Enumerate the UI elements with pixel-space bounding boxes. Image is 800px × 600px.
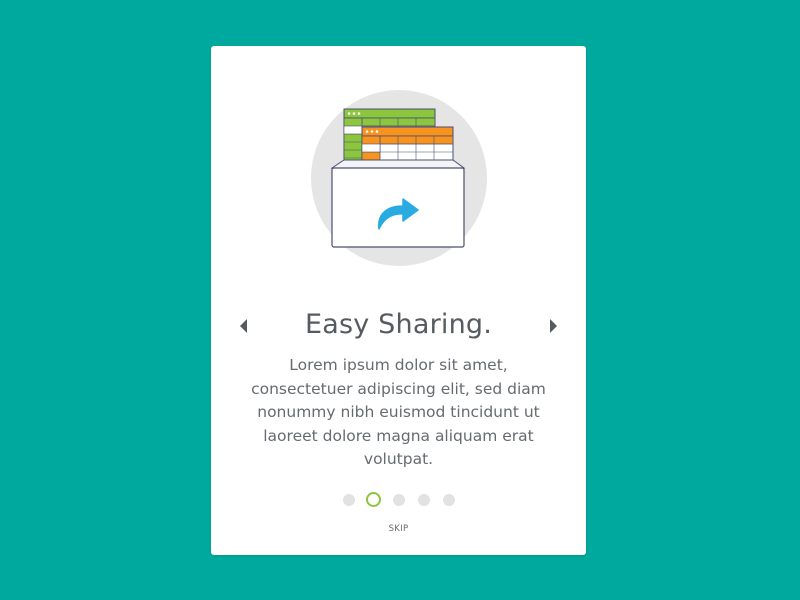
skip-button[interactable]: SKIP <box>211 524 586 534</box>
pagination-dot-5[interactable] <box>442 493 455 506</box>
pagination-dot-3[interactable] <box>392 493 405 506</box>
slide-title: Easy Sharing. <box>304 309 493 340</box>
caret-left-icon <box>240 319 247 333</box>
next-slide-button[interactable] <box>546 317 560 335</box>
caret-right-icon <box>550 319 557 333</box>
pagination-dots <box>211 492 586 508</box>
pagination-dot-4[interactable] <box>417 493 430 506</box>
pagination-dot-1[interactable] <box>342 493 355 506</box>
sharing-illustration <box>311 90 487 266</box>
previous-slide-button[interactable] <box>237 317 251 335</box>
slide-description: Lorem ipsum dolor sit amet, consectetuer… <box>251 356 546 468</box>
pagination-dot-2-active[interactable] <box>366 492 381 507</box>
onboarding-card: Easy Sharing. Lorem ipsum dolor sit amet… <box>211 46 586 555</box>
folder-icon <box>330 159 466 248</box>
